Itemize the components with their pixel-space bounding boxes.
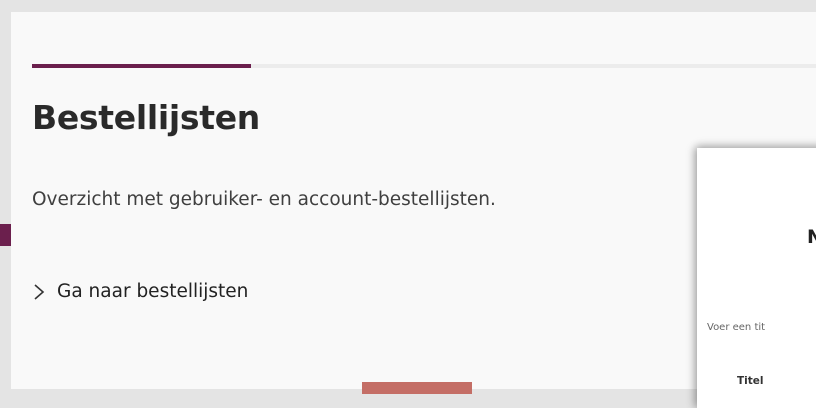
- primary-button[interactable]: [362, 382, 472, 394]
- goto-order-lists-label: Ga naar bestellijsten: [57, 281, 249, 302]
- content-card: Bestellijsten Overzicht met gebruiker- e…: [11, 12, 816, 394]
- goto-order-lists-link[interactable]: Ga naar bestellijsten: [32, 281, 248, 302]
- left-accent-bar: [0, 224, 11, 246]
- section-divider-accent: [32, 64, 251, 68]
- section-divider: [32, 64, 816, 68]
- modal-title: N: [807, 226, 816, 248]
- title-field-label: Titel: [737, 375, 764, 387]
- page-title: Bestellijsten: [32, 98, 260, 137]
- modal-description: Voer een tit: [707, 322, 766, 333]
- new-order-list-modal: N Voer een tit Titel: [697, 148, 816, 408]
- page-description: Overzicht met gebruiker- en account-best…: [32, 189, 496, 210]
- chevron-right-icon: [34, 283, 45, 300]
